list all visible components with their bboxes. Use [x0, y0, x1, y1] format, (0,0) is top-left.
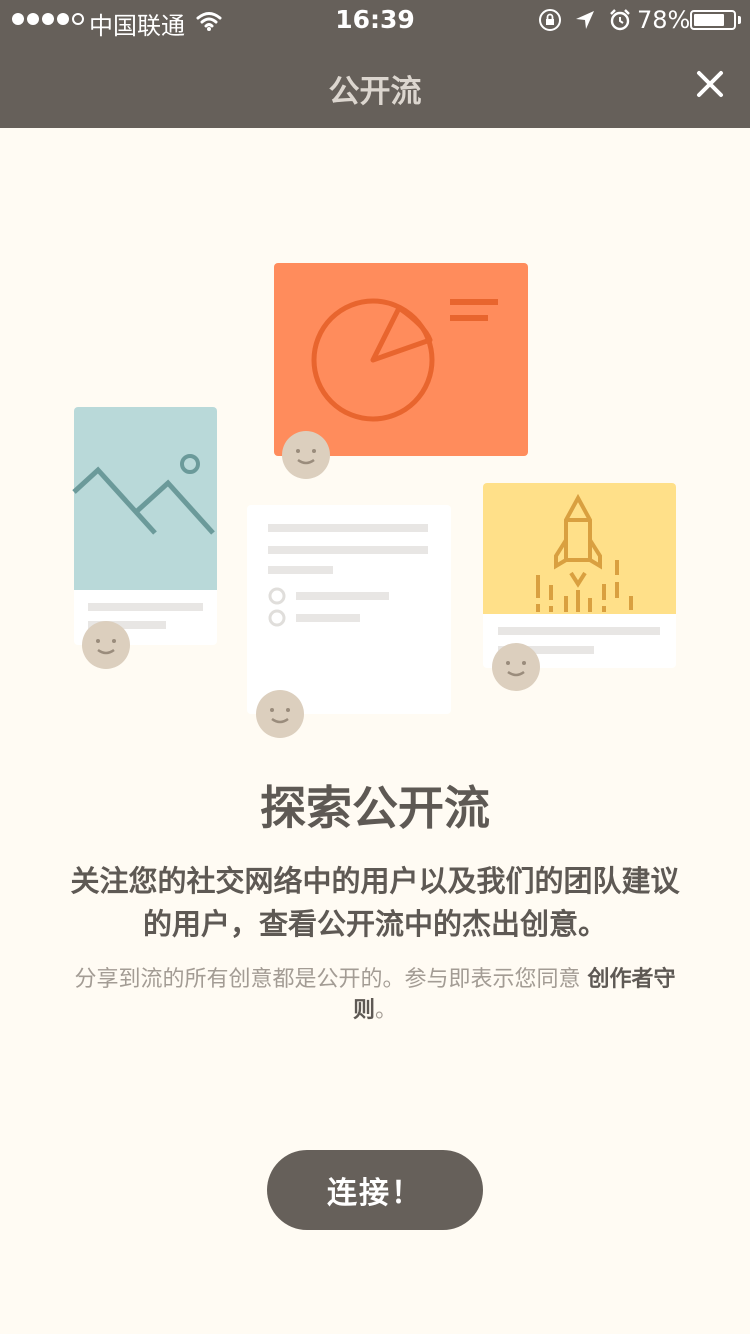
- terms-label: 分享到流的所有创意都是公开的。参与即表示您同意: [74, 967, 588, 992]
- close-icon: [697, 71, 723, 97]
- illustration: [72, 263, 676, 738]
- smiley-avatar-icon: [282, 431, 330, 479]
- main-heading: 探索公开流: [260, 781, 490, 835]
- terms-text: 分享到流的所有创意都是公开的。参与即表示您同意 创作者守则。: [60, 964, 690, 1026]
- smiley-avatar-icon: [256, 690, 304, 738]
- battery-percent: 78%: [637, 6, 691, 34]
- orientation-lock-icon: [538, 8, 562, 38]
- description-text: 关注您的社交网络中的用户以及我们的团队建议的用户，查看公开流中的杰出创意。: [70, 864, 680, 941]
- rocket-card: [483, 483, 676, 668]
- status-bar: 中国联通 16:39 78%: [0, 0, 750, 40]
- smiley-avatar-icon: [492, 643, 540, 691]
- connect-button[interactable]: 连接！: [267, 1150, 483, 1230]
- image-card: [72, 407, 217, 645]
- location-arrow-icon: [574, 9, 596, 37]
- orange-chart-card: [274, 263, 528, 456]
- battery-icon: [690, 10, 736, 30]
- terms-end: 。: [375, 998, 398, 1023]
- alarm-icon: [608, 8, 632, 38]
- smiley-avatar-icon: [82, 621, 130, 669]
- checklist-card: [247, 505, 451, 714]
- close-button[interactable]: [690, 64, 730, 104]
- page-title: 公开流: [328, 74, 422, 110]
- top-bar: 中国联通 16:39 78% 公开流: [0, 0, 750, 128]
